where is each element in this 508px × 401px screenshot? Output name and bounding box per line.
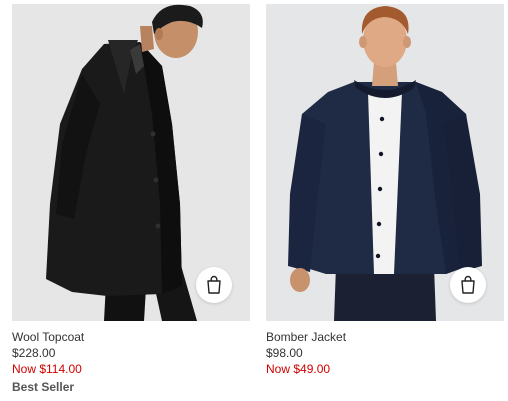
product-grid: Wool Topcoat $228.00 Now $114.00 Best Se… [0,0,508,401]
product-price: $98.00 [266,346,303,360]
product-name[interactable]: Wool Topcoat [12,329,250,345]
product-card-bomber-jacket[interactable]: Bomber Jacket $98.00 Now $49.00 [266,4,504,377]
product-info: Wool Topcoat $228.00 Now $114.00 Best Se… [12,329,250,395]
shopping-bag-icon [461,275,475,294]
product-info: Bomber Jacket $98.00 Now $49.00 [266,329,504,377]
add-to-bag-button[interactable] [196,267,232,303]
product-price: $228.00 [12,346,56,360]
product-sale-price: Now $114.00 [12,362,82,376]
product-card-wool-topcoat[interactable]: Wool Topcoat $228.00 Now $114.00 Best Se… [12,4,250,395]
add-to-bag-button[interactable] [450,267,486,303]
best-seller-badge: Best Seller [12,380,75,394]
shopping-bag-icon [207,275,221,294]
product-name[interactable]: Bomber Jacket [266,329,504,345]
product-image[interactable] [266,4,504,321]
product-sale-price: Now $49.00 [266,362,331,376]
product-image[interactable] [12,4,250,321]
